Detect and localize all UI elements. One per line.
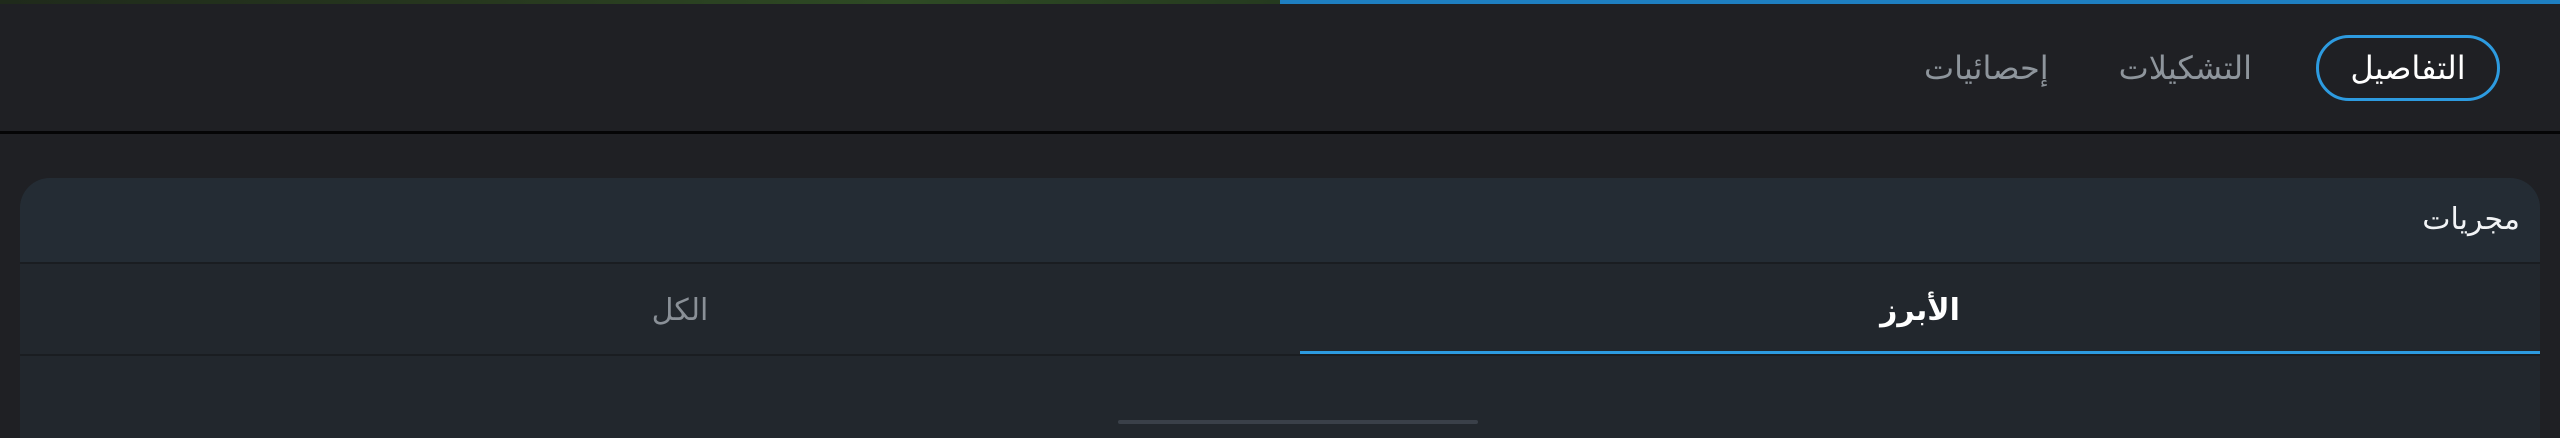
divider (20, 354, 2540, 356)
match-tabbar: التفاصيل التشكيلات إحصائيات (0, 4, 2560, 134)
subtab-all[interactable]: الكل (60, 266, 1300, 354)
events-card-title: مجريات (2422, 202, 2520, 237)
events-card: مجريات الأبرز الكل (20, 178, 2540, 438)
events-card-header: مجريات (20, 178, 2540, 264)
tab-statistics[interactable]: إحصائيات (1918, 35, 2055, 101)
tab-details[interactable]: التفاصيل (2316, 35, 2500, 101)
events-subtabs: الأبرز الكل (20, 266, 2540, 354)
subtab-highlights[interactable]: الأبرز (1300, 266, 2540, 354)
match-tabs: التفاصيل التشكيلات إحصائيات (1918, 35, 2500, 101)
tab-lineups[interactable]: التشكيلات (2113, 35, 2258, 101)
content-handle (1118, 420, 1478, 424)
